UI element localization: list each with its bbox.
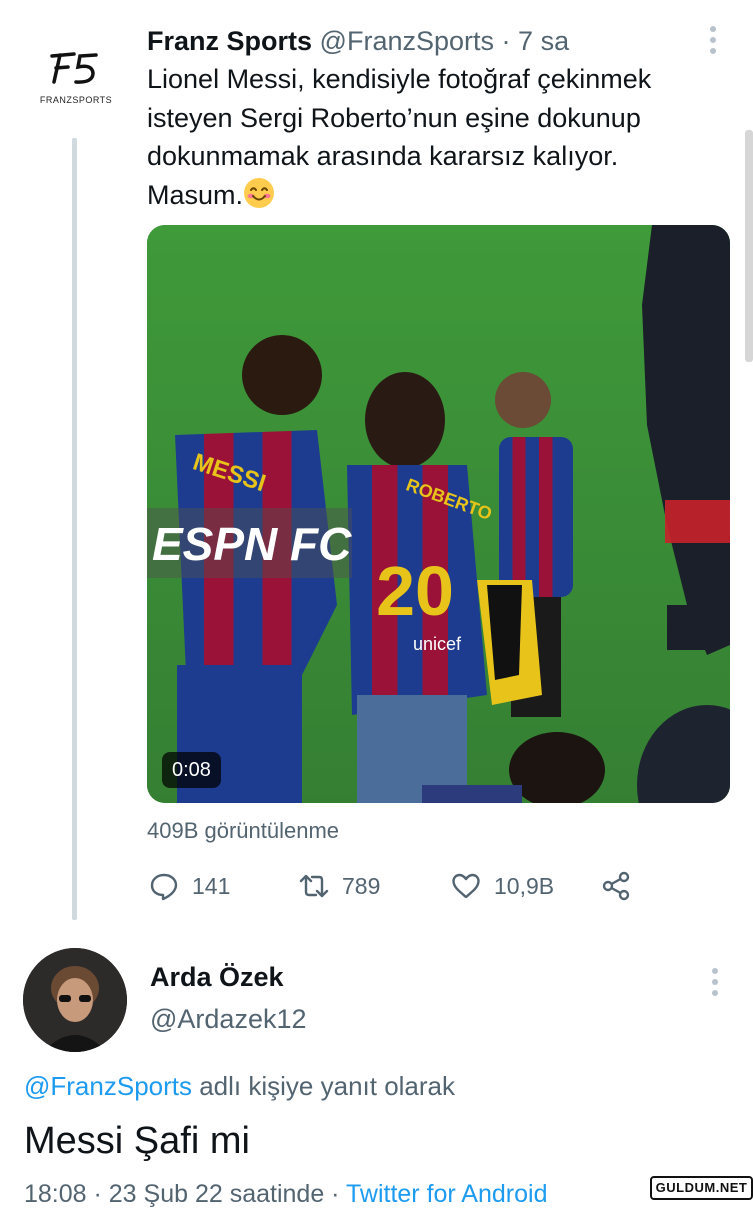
reply-source[interactable]: Twitter for Android — [346, 1180, 547, 1208]
franz-sports-logo-icon — [50, 52, 98, 84]
view-count[interactable]: 409B görüntülenme — [147, 818, 339, 844]
tweet-time[interactable]: 7 sa — [518, 26, 569, 56]
more-options-icon[interactable] — [706, 26, 720, 58]
reply-button[interactable]: 141 — [148, 868, 230, 904]
share-button[interactable] — [600, 868, 644, 904]
author-name[interactable]: Franz Sports — [147, 26, 312, 56]
smiling-face-icon — [244, 177, 275, 208]
scrollbar[interactable] — [745, 130, 753, 362]
reply-icon — [150, 873, 178, 901]
jersey-sponsor: unicef — [413, 634, 462, 654]
espn-fc-overlay: ESPN FC — [152, 518, 352, 570]
retweet-count: 789 — [342, 872, 381, 899]
video-frame: 20 unicef ROBERTO MESSI ESPN FC — [147, 225, 730, 803]
watermark: GULDUM.NET — [650, 1176, 753, 1200]
reply-meta: 18:08 · 23 Şub 22 saatinde · Twitter for… — [24, 1180, 547, 1209]
tweet-header: Franz Sports @FranzSports · 7 sa — [147, 24, 569, 58]
heart-icon — [452, 873, 480, 899]
retweet-button[interactable]: 789 — [298, 868, 380, 904]
tweet-text-content: Lionel Messi, kendisiyle fotoğraf çekinm… — [147, 64, 652, 210]
reply-text: Messi Şafi mi — [24, 1120, 250, 1162]
reply-timestamp[interactable]: 18:08 · 23 Şub 22 saatinde · — [24, 1180, 346, 1208]
retweet-icon — [299, 874, 329, 898]
reply-author-name[interactable]: Arda Özek — [150, 962, 284, 993]
avatar-photo — [23, 948, 127, 1052]
like-count: 10,9B — [494, 872, 555, 899]
jersey-number: 20 — [376, 552, 454, 630]
author-avatar[interactable]: FRANZSPORTS — [26, 30, 126, 130]
like-button[interactable]: 10,9B — [450, 868, 554, 904]
thread-line — [72, 138, 77, 920]
reply-author-avatar[interactable] — [23, 948, 127, 1052]
reply-more-options-icon[interactable] — [708, 968, 722, 1000]
video-player[interactable]: 20 unicef ROBERTO MESSI ESPN FC — [147, 225, 730, 803]
separator: · — [501, 26, 511, 56]
reply-to-mention[interactable]: @FranzSports — [24, 1071, 192, 1101]
replying-to: @FranzSports adlı kişiye yanıt olarak — [24, 1071, 455, 1102]
avatar-logo-text: FRANZSPORTS — [39, 95, 113, 105]
reply-to-suffix: adlı kişiye yanıt olarak — [192, 1071, 456, 1101]
reply-count: 141 — [192, 872, 231, 899]
author-handle[interactable]: @FranzSports — [320, 26, 494, 56]
share-icon — [602, 871, 630, 901]
video-duration: 0:08 — [162, 752, 221, 788]
reply-author-handle[interactable]: @Ardazek12 — [150, 1004, 307, 1035]
tweet-text: Lionel Messi, kendisiyle fotoğraf çekinm… — [147, 60, 707, 214]
